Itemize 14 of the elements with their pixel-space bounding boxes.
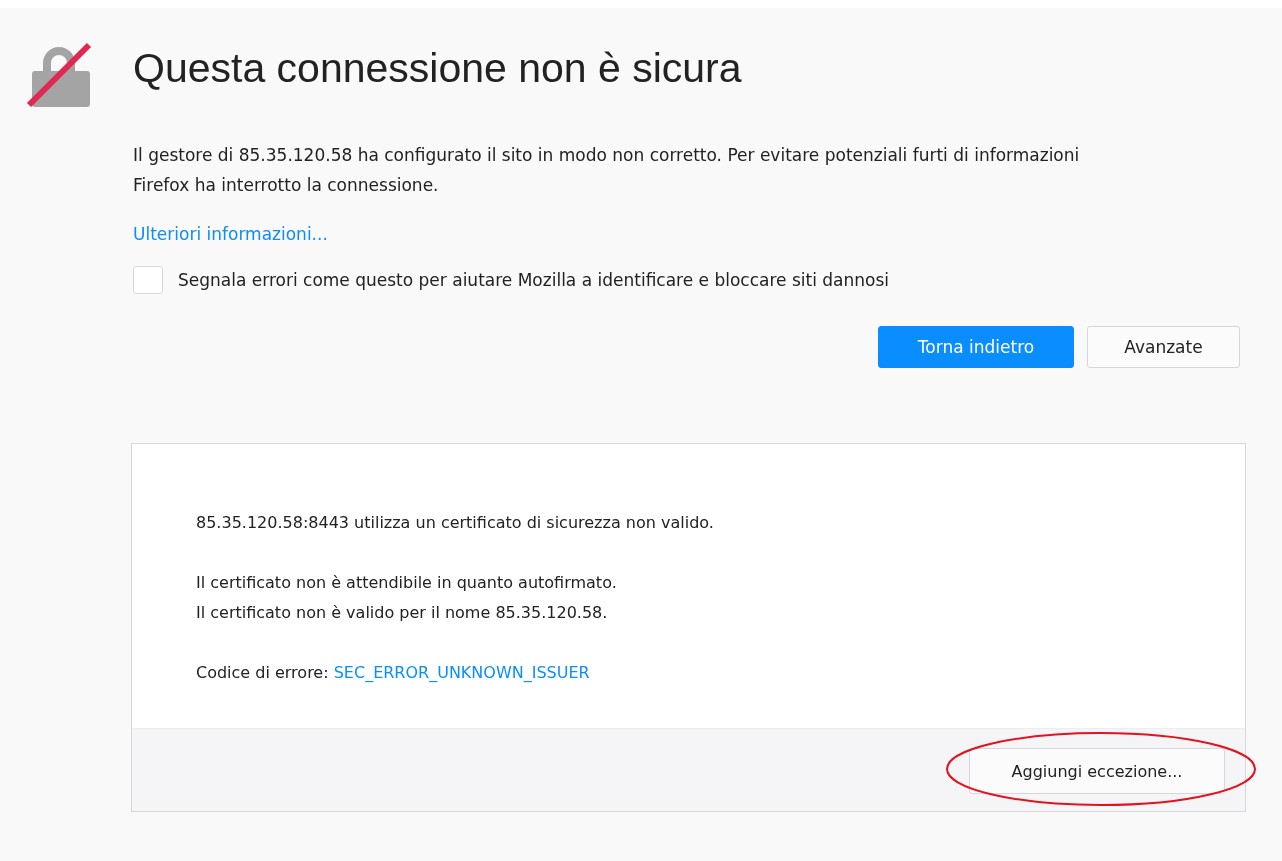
learn-more-link[interactable]: Ulteriori informazioni...	[133, 224, 328, 244]
crossed-lock-icon	[25, 41, 93, 109]
report-checkbox[interactable]	[133, 266, 163, 294]
error-code-link[interactable]: SEC_ERROR_UNKNOWN_ISSUER	[333, 663, 590, 682]
go-back-button[interactable]: Torna indietro	[878, 326, 1074, 368]
page-title: Questa connessione non è sicura	[133, 44, 743, 93]
checkbox-label: Segnala errori come questo per aiutare Mozilla a identificare e bloccare siti dannosi	[178, 270, 890, 290]
add-exception-button[interactable]: Aggiungi eccezione...	[969, 748, 1225, 794]
error-description: Il gestore di 85.35.120.58 ha configurato il sito in modo non corretto. Per evitare potenziali furti di informazioni Firefox ha interrotto la connessione.	[133, 144, 1081, 197]
certificate-message: 85.35.120.58:8443 utilizza un certificato di sicurezza non valido.	[196, 512, 715, 534]
certificate-detail: Il certificato non è valido per il nome 85.35.120.58.	[196, 602, 609, 624]
error-code-label: Codice di errore:	[196, 663, 329, 682]
advanced-button[interactable]: Avanzate	[1087, 326, 1240, 368]
certificate-detail: Il certificato non è attendibile in quanto autofirmato.	[196, 572, 618, 594]
